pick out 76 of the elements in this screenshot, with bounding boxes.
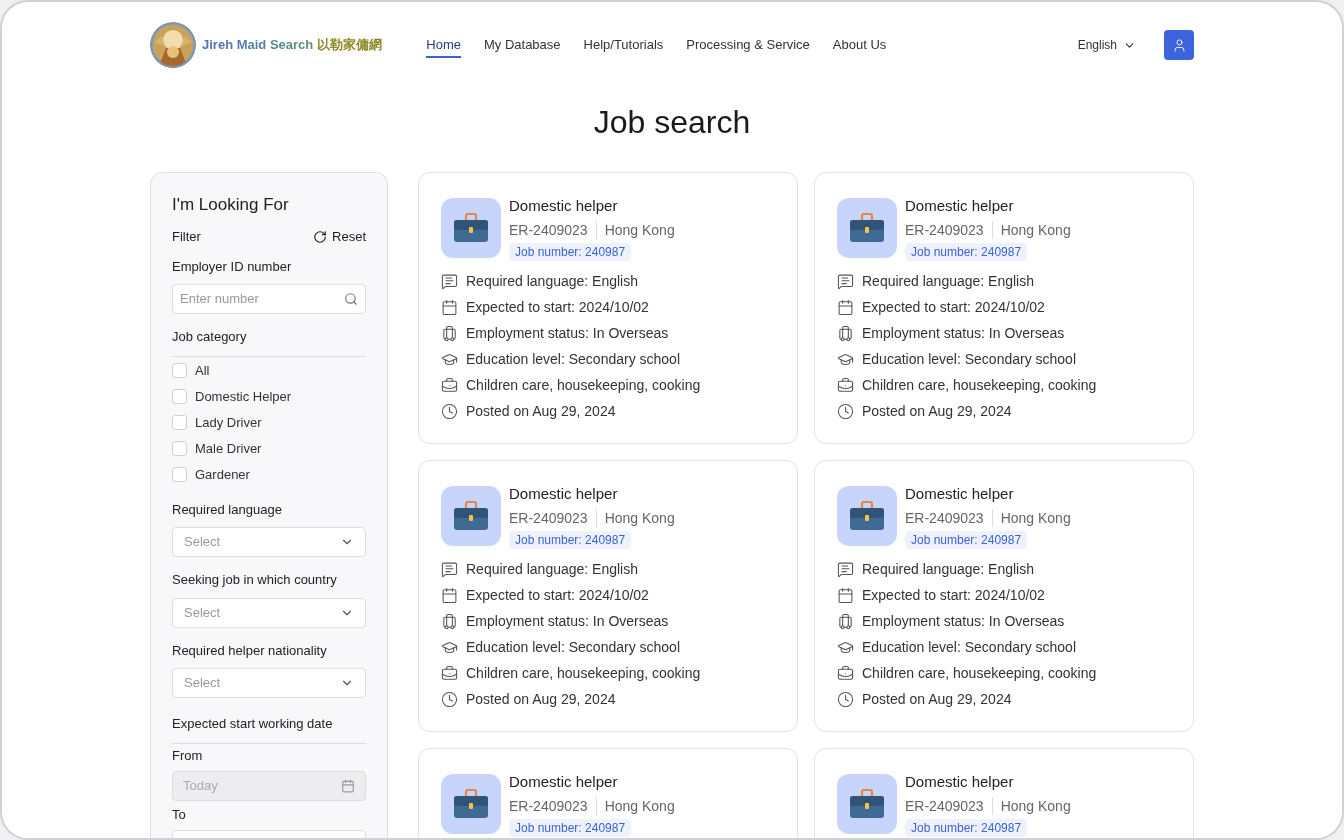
job-title: Domestic helper bbox=[905, 196, 1014, 216]
job-title: Domestic helper bbox=[509, 484, 618, 504]
employer-id: ER-2409023 bbox=[509, 797, 588, 816]
brand-chinese-name[interactable]: 以勒家傭網 bbox=[317, 35, 383, 55]
job-detail: Children care, housekeeping, cooking bbox=[466, 663, 701, 683]
job-detail: Required language: English bbox=[466, 559, 638, 579]
nav-link[interactable]: Help/Tutorials bbox=[583, 31, 664, 59]
job-detail: Employment status: In Overseas bbox=[466, 323, 669, 343]
job-number-tag: Job number: 240987 bbox=[509, 531, 632, 549]
job-location: Hong Kong bbox=[1000, 221, 1071, 240]
employer-id: ER-2409023 bbox=[905, 221, 984, 240]
employer-id-input[interactable]: Enter number bbox=[180, 289, 344, 309]
checkbox-label: Male Driver bbox=[195, 440, 262, 457]
language-select[interactable]: English bbox=[1077, 36, 1136, 54]
job-detail: Education level: Secondary school bbox=[862, 637, 1077, 657]
job-title: Domestic helper bbox=[509, 196, 618, 216]
job-detail: Education level: Secondary school bbox=[466, 637, 681, 657]
job-detail: Required language: English bbox=[862, 559, 1034, 579]
job-detail: Education level: Secondary school bbox=[466, 349, 681, 369]
job-detail: Employment status: In Overseas bbox=[862, 323, 1065, 343]
employer-id-field[interactable]: Enter number bbox=[172, 284, 366, 314]
checkbox-label: Gardener bbox=[195, 466, 250, 483]
job-location: Hong Kong bbox=[1000, 797, 1071, 816]
job-detail: Posted on Aug 29, 2024 bbox=[862, 689, 1012, 709]
nav-link[interactable]: Processing & Service bbox=[686, 31, 810, 59]
job-title: Domestic helper bbox=[905, 772, 1014, 792]
field-label: Required language bbox=[172, 500, 283, 519]
job-location: Hong Kong bbox=[604, 797, 675, 816]
job-number-tag: Job number: 240987 bbox=[905, 531, 1028, 549]
page-title: Job search bbox=[592, 103, 752, 142]
field-label: Employer ID number bbox=[172, 257, 293, 276]
reset-button[interactable]: Reset bbox=[313, 227, 366, 247]
checkbox-label: Lady Driver bbox=[195, 414, 262, 431]
job-detail: Children care, housekeeping, cooking bbox=[466, 375, 701, 395]
field-label: Expected start working date bbox=[172, 714, 366, 744]
field-label: To bbox=[172, 806, 187, 823]
field-label: Required helper nationality bbox=[172, 641, 328, 660]
job-title: Domestic helper bbox=[509, 772, 618, 792]
nav-link[interactable]: Home bbox=[426, 31, 461, 59]
job-detail: Required language: English bbox=[862, 271, 1034, 291]
job-location: Hong Kong bbox=[1000, 509, 1071, 528]
nav-link[interactable]: About Us bbox=[832, 31, 887, 59]
job-card[interactable]: Domestic helper ER-2409023 Hong Kong Job number: 240987 bbox=[418, 748, 798, 838]
job-location: Hong Kong bbox=[604, 221, 675, 240]
field-label: From bbox=[172, 747, 204, 764]
job-detail: Posted on Aug 29, 2024 bbox=[862, 401, 1012, 421]
employer-id: ER-2409023 bbox=[509, 221, 588, 240]
job-detail: Required language: English bbox=[466, 271, 638, 291]
employer-id: ER-2409023 bbox=[905, 797, 984, 816]
job-detail: Posted on Aug 29, 2024 bbox=[466, 689, 616, 709]
job-detail: Children care, housekeeping, cooking bbox=[862, 663, 1097, 683]
job-detail: Employment status: In Overseas bbox=[862, 611, 1065, 631]
checkbox-label: Domestic Helper bbox=[195, 388, 292, 405]
job-detail: Expected to start: 2024/10/02 bbox=[862, 297, 1045, 317]
field-label: Seeking job in which country bbox=[172, 571, 338, 589]
job-number-tag: Job number: 240987 bbox=[905, 243, 1028, 261]
job-number-tag: Job number: 240987 bbox=[509, 819, 632, 837]
job-detail: Children care, housekeeping, cooking bbox=[862, 375, 1097, 395]
job-detail: Education level: Secondary school bbox=[862, 349, 1077, 369]
nav-link[interactable]: My Database bbox=[483, 31, 561, 59]
job-detail: Expected to start: 2024/10/02 bbox=[466, 585, 649, 605]
job-detail: Expected to start: 2024/10/02 bbox=[466, 297, 649, 317]
job-card[interactable]: Domestic helper ER-2409023 Hong Kong Job number: 240987 bbox=[814, 748, 1194, 838]
job-detail: Posted on Aug 29, 2024 bbox=[466, 401, 616, 421]
job-detail: Expected to start: 2024/10/02 bbox=[862, 585, 1045, 605]
filter-label: Filter bbox=[172, 228, 201, 246]
job-number-tag: Job number: 240987 bbox=[509, 243, 632, 261]
job-title: Domestic helper bbox=[905, 484, 1014, 504]
field-label: Job category bbox=[172, 327, 366, 357]
job-location: Hong Kong bbox=[604, 509, 675, 528]
filter-title: I'm Looking For bbox=[172, 194, 290, 216]
checkbox-label: All bbox=[195, 362, 210, 379]
job-detail: Employment status: In Overseas bbox=[466, 611, 669, 631]
employer-id: ER-2409023 bbox=[905, 509, 984, 528]
job-number-tag: Job number: 240987 bbox=[905, 819, 1028, 837]
employer-id: ER-2409023 bbox=[509, 509, 588, 528]
